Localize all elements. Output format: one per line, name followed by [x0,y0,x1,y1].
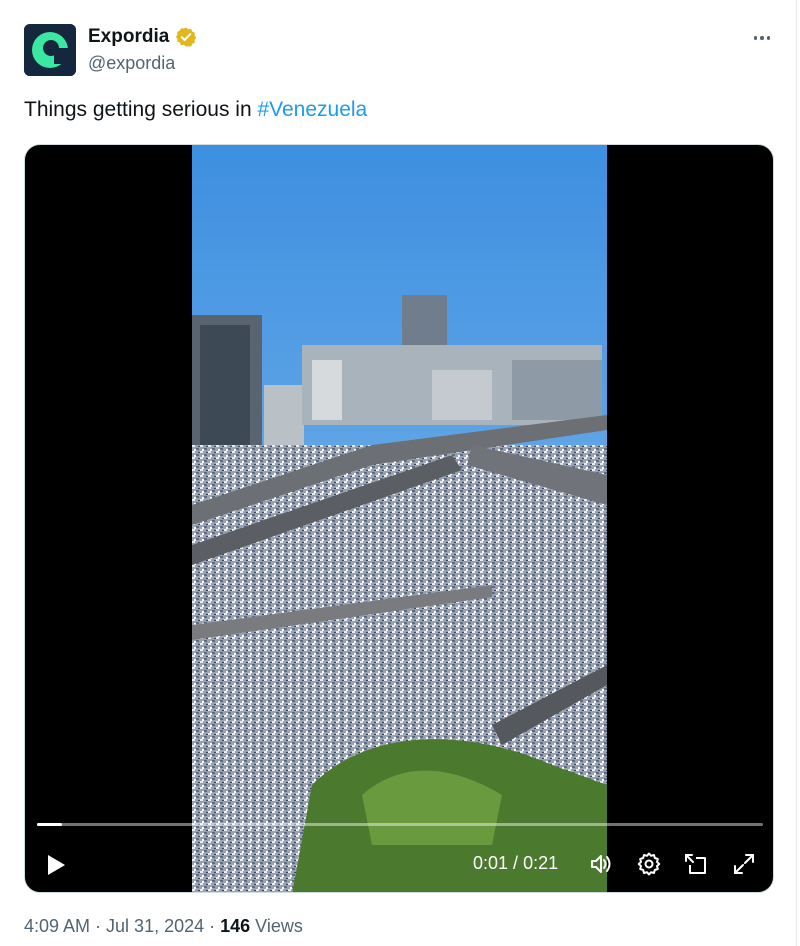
tweet-card: Expordia @expordia Things getting seriou… [0,0,797,946]
video-duration: 0:21 [523,853,559,873]
more-horizontal-icon[interactable] [748,28,776,48]
author-name-row: Expordia [88,26,197,48]
video-thumbnail-image [192,145,607,892]
video-player[interactable]: 0:01 / 0:21 [24,144,774,893]
video-elapsed-time: 0:01 [473,853,509,873]
author-display-name[interactable]: Expordia [88,26,169,48]
fullscreen-expand-icon[interactable] [731,851,757,877]
tweet-metadata: 4:09 AM · Jul 31, 2024 · 146 Views [24,916,303,937]
expordia-logo-icon [24,24,76,76]
gold-verified-badge-icon [176,27,197,47]
tweet-text: Things getting serious in #Venezuela [24,98,367,122]
tweet-text-body: Things getting serious in [24,98,258,121]
video-frame[interactable] [192,145,607,892]
views-count: 146 [220,916,251,936]
video-time: 0:01 / 0:21 [473,853,558,874]
picture-in-picture-icon[interactable] [683,851,709,877]
hashtag-link[interactable]: #Venezuela [257,98,367,121]
tweet-date[interactable]: Jul 31, 2024 [106,916,204,936]
video-progress-bar[interactable] [37,823,763,826]
meta-separator: · [204,916,221,936]
video-time-separator: / [508,853,524,873]
views-label: Views [250,916,303,936]
author-avatar[interactable] [24,24,76,76]
settings-gear-icon[interactable] [636,851,662,877]
author-handle[interactable]: @expordia [88,53,175,74]
volume-icon[interactable] [588,851,614,877]
video-progress-fill [37,823,62,826]
play-icon[interactable] [45,853,67,877]
meta-separator: · [90,916,107,936]
tweet-time[interactable]: 4:09 AM [24,916,90,936]
